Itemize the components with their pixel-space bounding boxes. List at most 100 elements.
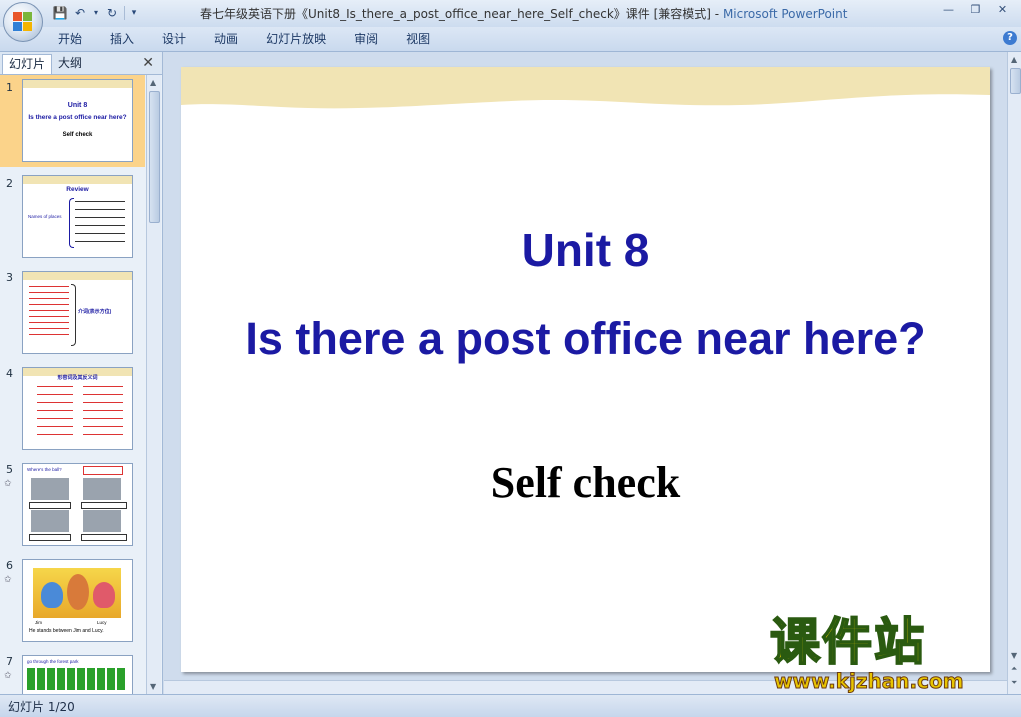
scroll-down-icon[interactable]: ▼ bbox=[150, 682, 156, 691]
slide-thumbnail-5[interactable]: 5 ✩ Where's the ball? bbox=[0, 459, 145, 551]
brace-shape bbox=[69, 198, 74, 248]
slide-number: 4 bbox=[6, 367, 13, 380]
save-icon[interactable]: 💾 bbox=[52, 5, 68, 21]
slide-thumbnail-7[interactable]: 7 ✩ go through the forest park bbox=[0, 651, 145, 694]
slide-thumbnail-3[interactable]: 3 介词(表示方位) bbox=[0, 267, 145, 359]
tab-view[interactable]: 视图 bbox=[394, 30, 442, 48]
brace-shape bbox=[71, 284, 76, 346]
scrollbar-thumb[interactable] bbox=[1010, 68, 1021, 94]
tab-review[interactable]: 审阅 bbox=[342, 30, 390, 48]
scroll-down-icon[interactable]: ▼ bbox=[1011, 651, 1017, 660]
window-controls: — ❐ ✕ bbox=[936, 2, 1015, 18]
help-icon[interactable]: ? bbox=[1003, 31, 1017, 45]
scroll-up-icon[interactable]: ▲ bbox=[150, 78, 156, 87]
current-slide[interactable]: Unit 8 Is there a post office near here?… bbox=[181, 67, 990, 672]
panel-tabs: 幻灯片 大纲 ✕ bbox=[0, 52, 162, 75]
thumb-line: Self check bbox=[62, 132, 93, 138]
toolbar-separator bbox=[124, 6, 125, 20]
panel-scrollbar[interactable]: ▲ ▼ bbox=[146, 75, 161, 694]
office-button[interactable] bbox=[3, 2, 43, 42]
character-figure bbox=[67, 574, 89, 610]
word-lines bbox=[29, 284, 69, 335]
thumb-line: Is there a post office near here? bbox=[28, 114, 127, 121]
slide-band bbox=[23, 176, 132, 184]
word-lines bbox=[83, 386, 123, 435]
slide-number: 5 bbox=[6, 463, 13, 476]
tab-outline[interactable]: 大纲 bbox=[52, 54, 88, 73]
slide-preview: go through the forest park bbox=[22, 655, 133, 694]
answer-box bbox=[29, 534, 71, 541]
answer-box bbox=[81, 502, 127, 509]
ribbon: 开始 插入 设计 动画 幻灯片放映 审阅 视图 ? bbox=[0, 27, 1021, 52]
thumb-line: Names of places bbox=[28, 214, 62, 219]
watermark-url: www.kjzhan.com bbox=[774, 669, 965, 693]
thumb-line: 形容词及其反义词 bbox=[57, 375, 98, 381]
undo-icon[interactable]: ↶ bbox=[72, 5, 88, 21]
picture bbox=[31, 510, 69, 532]
tab-slides[interactable]: 幻灯片 bbox=[2, 54, 53, 74]
answer-box bbox=[81, 534, 127, 541]
thumb-line: Lucy bbox=[97, 620, 107, 625]
slides-panel: 幻灯片 大纲 ✕ 1 Unit 8 Is there a post office… bbox=[0, 52, 163, 694]
scroll-up-icon[interactable]: ▲ bbox=[1011, 55, 1017, 64]
previous-slide-icon[interactable]: ⏶ bbox=[1011, 664, 1017, 674]
slide-thumbnail-6[interactable]: 6 ✩ Jim Lucy He stands between Jim and L… bbox=[0, 555, 145, 647]
tab-animations[interactable]: 动画 bbox=[202, 30, 250, 48]
word-lines bbox=[37, 386, 73, 435]
slide-editing-area: Unit 8 Is there a post office near here?… bbox=[164, 52, 1007, 694]
ribbon-tabs: 开始 插入 设计 动画 幻灯片放映 审阅 视图 bbox=[46, 30, 446, 48]
window-title: 春七年级英语下册《Unit8_Is_there_a_post_office_ne… bbox=[200, 5, 847, 22]
slide-number: 1 bbox=[6, 81, 13, 94]
watermark-logo: 课件站 www.kjzhan.com bbox=[769, 613, 1010, 694]
redo-icon[interactable]: ↻ bbox=[104, 5, 120, 21]
slide-main-title[interactable]: Is there a post office near here? bbox=[181, 313, 990, 365]
title-bar: 💾 ↶ ▾ ↻ ▾ 春七年级英语下册《Unit8_Is_there_a_post… bbox=[0, 0, 1021, 27]
picture bbox=[83, 510, 121, 532]
slide-preview: Where's the ball? bbox=[22, 463, 133, 546]
slide-band bbox=[23, 80, 132, 88]
slide-thumbnail-4[interactable]: 4 形容词及其反义词 bbox=[0, 363, 145, 455]
office-logo-icon bbox=[13, 12, 33, 32]
slide-number: 3 bbox=[6, 271, 13, 284]
word-lines bbox=[75, 198, 125, 242]
slide-thumbnail-2[interactable]: 2 Review Names of places bbox=[0, 171, 145, 263]
slide-preview: Jim Lucy He stands between Jim and Lucy. bbox=[22, 559, 133, 642]
slide-band bbox=[23, 272, 132, 280]
thumb-line: 介词(表示方位) bbox=[78, 309, 112, 315]
slide-header-band bbox=[181, 67, 990, 109]
slide-thumbnail-1[interactable]: 1 Unit 8 Is there a post office near her… bbox=[0, 75, 145, 167]
editor-scrollbar[interactable]: ▲ ▼ ⏶ ⏷ bbox=[1007, 52, 1021, 694]
close-icon[interactable]: ✕ bbox=[990, 2, 1015, 18]
next-slide-icon[interactable]: ⏷ bbox=[1011, 678, 1017, 688]
answer-box bbox=[29, 502, 71, 509]
panel-close-icon[interactable]: ✕ bbox=[142, 55, 154, 71]
answer-box bbox=[83, 466, 123, 475]
tab-slideshow[interactable]: 幻灯片放映 bbox=[254, 30, 338, 48]
thumb-line: He stands between Jim and Lucy. bbox=[29, 628, 104, 634]
slide-preview: Unit 8 Is there a post office near here?… bbox=[22, 79, 133, 162]
cartoon-picture bbox=[33, 568, 121, 618]
customize-toolbar-icon[interactable]: ▾ bbox=[129, 5, 139, 21]
thumb-line: Jim bbox=[35, 620, 42, 625]
slide-unit-title[interactable]: Unit 8 bbox=[181, 223, 990, 277]
slide-counter: 幻灯片 1/20 bbox=[8, 700, 75, 714]
tab-design[interactable]: 设计 bbox=[150, 30, 198, 48]
slide-number: 6 bbox=[6, 559, 13, 572]
watermark-chinese: 课件站 bbox=[769, 613, 926, 671]
animation-star-icon: ✩ bbox=[4, 479, 12, 489]
slide-number: 7 bbox=[6, 655, 13, 668]
thumbnail-list: 1 Unit 8 Is there a post office near her… bbox=[0, 75, 145, 694]
undo-dropdown-icon[interactable]: ▾ bbox=[92, 5, 100, 21]
thumb-line: Review bbox=[66, 186, 89, 193]
minimize-icon[interactable]: — bbox=[936, 2, 961, 18]
tab-home[interactable]: 开始 bbox=[46, 30, 94, 48]
thumb-line: Where's the ball? bbox=[27, 467, 62, 472]
document-title: 春七年级英语下册《Unit8_Is_there_a_post_office_ne… bbox=[200, 7, 723, 21]
tab-insert[interactable]: 插入 bbox=[98, 30, 146, 48]
slide-subtitle[interactable]: Self check bbox=[181, 457, 990, 508]
restore-icon[interactable]: ❐ bbox=[963, 2, 988, 18]
trees-picture bbox=[27, 668, 127, 690]
picture bbox=[83, 478, 121, 500]
scrollbar-thumb[interactable] bbox=[149, 91, 160, 223]
slide-preview: 形容词及其反义词 bbox=[22, 367, 133, 450]
